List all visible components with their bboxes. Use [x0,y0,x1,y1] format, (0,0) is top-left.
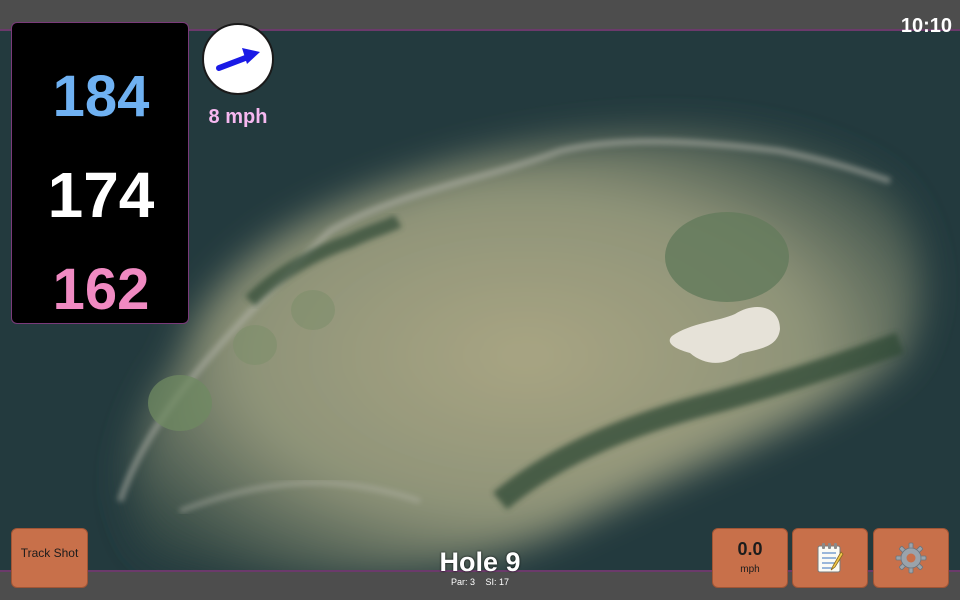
tee-box [148,375,212,431]
hole-stroke-index: SI: 17 [485,577,510,587]
track-shot-button[interactable]: Track Shot [11,528,88,588]
wind-direction-dial [202,23,274,95]
wind-arrow-icon [216,48,260,71]
back-distance: 184 [52,64,150,129]
hole-par: Par: 3 [450,577,475,587]
speed-button[interactable]: 0.0 mph [712,528,788,588]
distance-panel: 184 174 162 [11,22,189,324]
hole-info: Par: 3 SI: 17 [380,577,580,587]
notepad-icon [817,543,844,573]
speed-value: 0.0 [737,539,763,559]
tee-box-3 [291,290,335,330]
green [665,212,789,302]
middle-distance: 174 [47,159,155,231]
notes-button[interactable] [792,528,868,588]
settings-button[interactable] [873,528,949,588]
gear-icon [895,542,927,574]
clock: 10:10 [900,15,952,37]
tee-box-2 [233,325,277,365]
wind-speed-label: 8 mph [208,106,268,128]
hole-title: Hole 9 [439,547,521,577]
front-distance: 162 [52,257,150,322]
speed-unit: mph [740,564,760,575]
